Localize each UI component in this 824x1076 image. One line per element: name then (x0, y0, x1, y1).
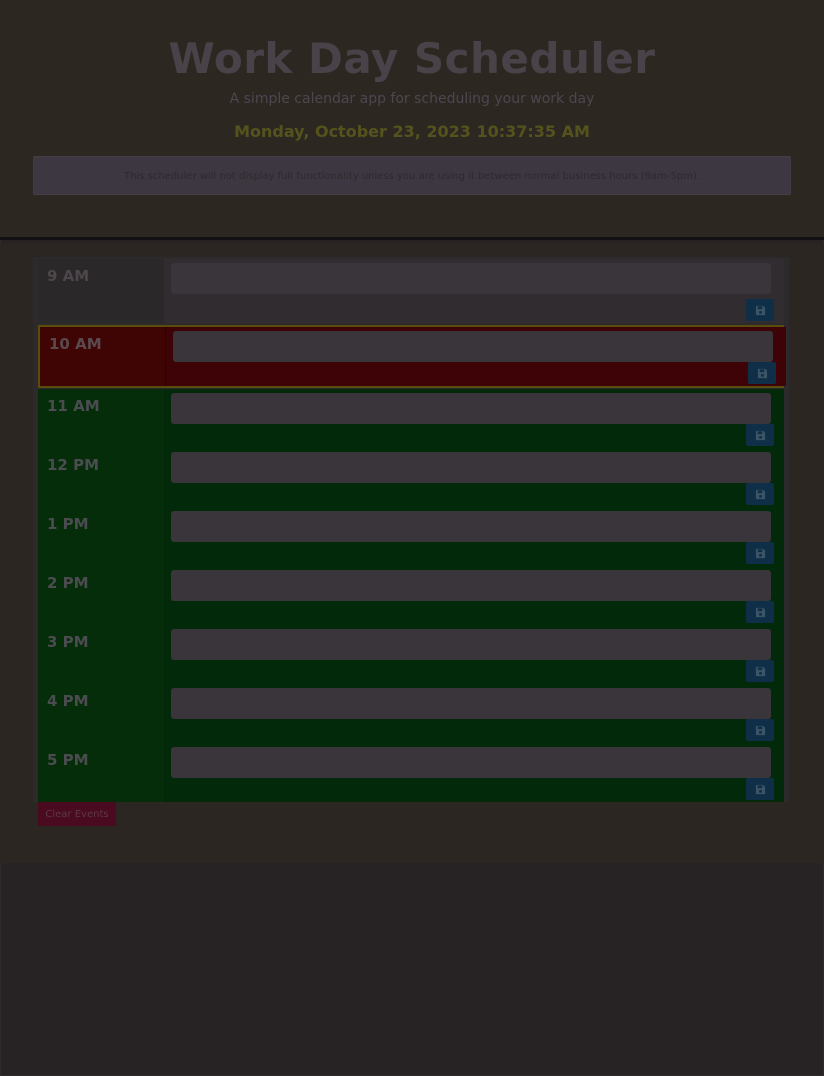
event-description-input[interactable] (171, 263, 771, 294)
hour-cell: 3 PM (38, 625, 164, 684)
description-cell (164, 259, 784, 323)
hour-label: 1 PM (47, 515, 89, 533)
time-block-row: 5 PM (38, 743, 784, 802)
save-button[interactable] (746, 601, 774, 623)
floppy-disk-icon (755, 666, 765, 676)
clear-events-button[interactable]: Clear Events (38, 802, 116, 826)
hour-cell: 2 PM (38, 566, 164, 625)
floppy-disk-icon (755, 784, 765, 794)
save-button[interactable] (746, 483, 774, 505)
time-block-row: 9 AM (38, 259, 784, 323)
page-header: Work Day Scheduler A simple calendar app… (0, 0, 824, 240)
description-cell (166, 327, 786, 386)
floppy-disk-icon (757, 368, 767, 378)
event-description-input[interactable] (171, 511, 771, 542)
hour-cell: 1 PM (38, 507, 164, 566)
description-cell (164, 389, 784, 448)
save-button[interactable] (746, 542, 774, 564)
page-title: Work Day Scheduler (168, 34, 656, 83)
description-cell (164, 625, 784, 684)
hour-cell: 4 PM (38, 684, 164, 743)
current-date: Monday, October 23, 2023 10:37:35 AM (234, 122, 590, 141)
save-button[interactable] (746, 660, 774, 682)
hour-label: 9 AM (47, 267, 90, 285)
hour-cell: 9 AM (38, 259, 164, 323)
description-cell (164, 507, 784, 566)
time-block-row: 3 PM (38, 625, 784, 684)
description-cell (164, 448, 784, 507)
floppy-disk-icon (755, 430, 765, 440)
time-block-row: 2 PM (38, 566, 784, 625)
event-description-input[interactable] (171, 452, 771, 483)
hour-label: 4 PM (47, 692, 89, 710)
save-button[interactable] (746, 719, 774, 741)
business-hours-notice: This scheduler will not display full fun… (33, 156, 791, 195)
hour-label: 5 PM (47, 751, 89, 769)
save-button[interactable] (746, 299, 774, 321)
hour-label: 3 PM (47, 633, 89, 651)
event-description-input[interactable] (173, 331, 773, 362)
page-subtitle: A simple calendar app for scheduling you… (229, 91, 595, 107)
description-cell (164, 684, 784, 743)
hour-label: 10 AM (49, 335, 102, 353)
save-button[interactable] (748, 362, 776, 384)
time-block-row: 10 AM (38, 325, 786, 388)
save-button[interactable] (746, 778, 774, 800)
hour-cell: 12 PM (38, 448, 164, 507)
floppy-disk-icon (755, 548, 765, 558)
hour-cell: 11 AM (38, 389, 164, 448)
description-cell (164, 566, 784, 625)
time-block-row: 1 PM (38, 507, 784, 566)
hour-cell: 10 AM (40, 327, 166, 386)
floppy-disk-icon (755, 725, 765, 735)
description-cell (164, 743, 784, 802)
floppy-disk-icon (755, 607, 765, 617)
floppy-disk-icon (755, 305, 765, 315)
time-block-row: 11 AM (38, 389, 784, 448)
time-block-row: 12 PM (38, 448, 784, 507)
event-description-input[interactable] (171, 393, 771, 424)
floppy-disk-icon (755, 489, 765, 499)
event-description-input[interactable] (171, 570, 771, 601)
hour-cell: 5 PM (38, 743, 164, 802)
event-description-input[interactable] (171, 747, 771, 778)
hour-label: 11 AM (47, 397, 100, 415)
save-button[interactable] (746, 424, 774, 446)
hour-label: 2 PM (47, 574, 89, 592)
time-block-row: 4 PM (38, 684, 784, 743)
event-description-input[interactable] (171, 629, 771, 660)
event-description-input[interactable] (171, 688, 771, 719)
hour-label: 12 PM (47, 456, 100, 474)
